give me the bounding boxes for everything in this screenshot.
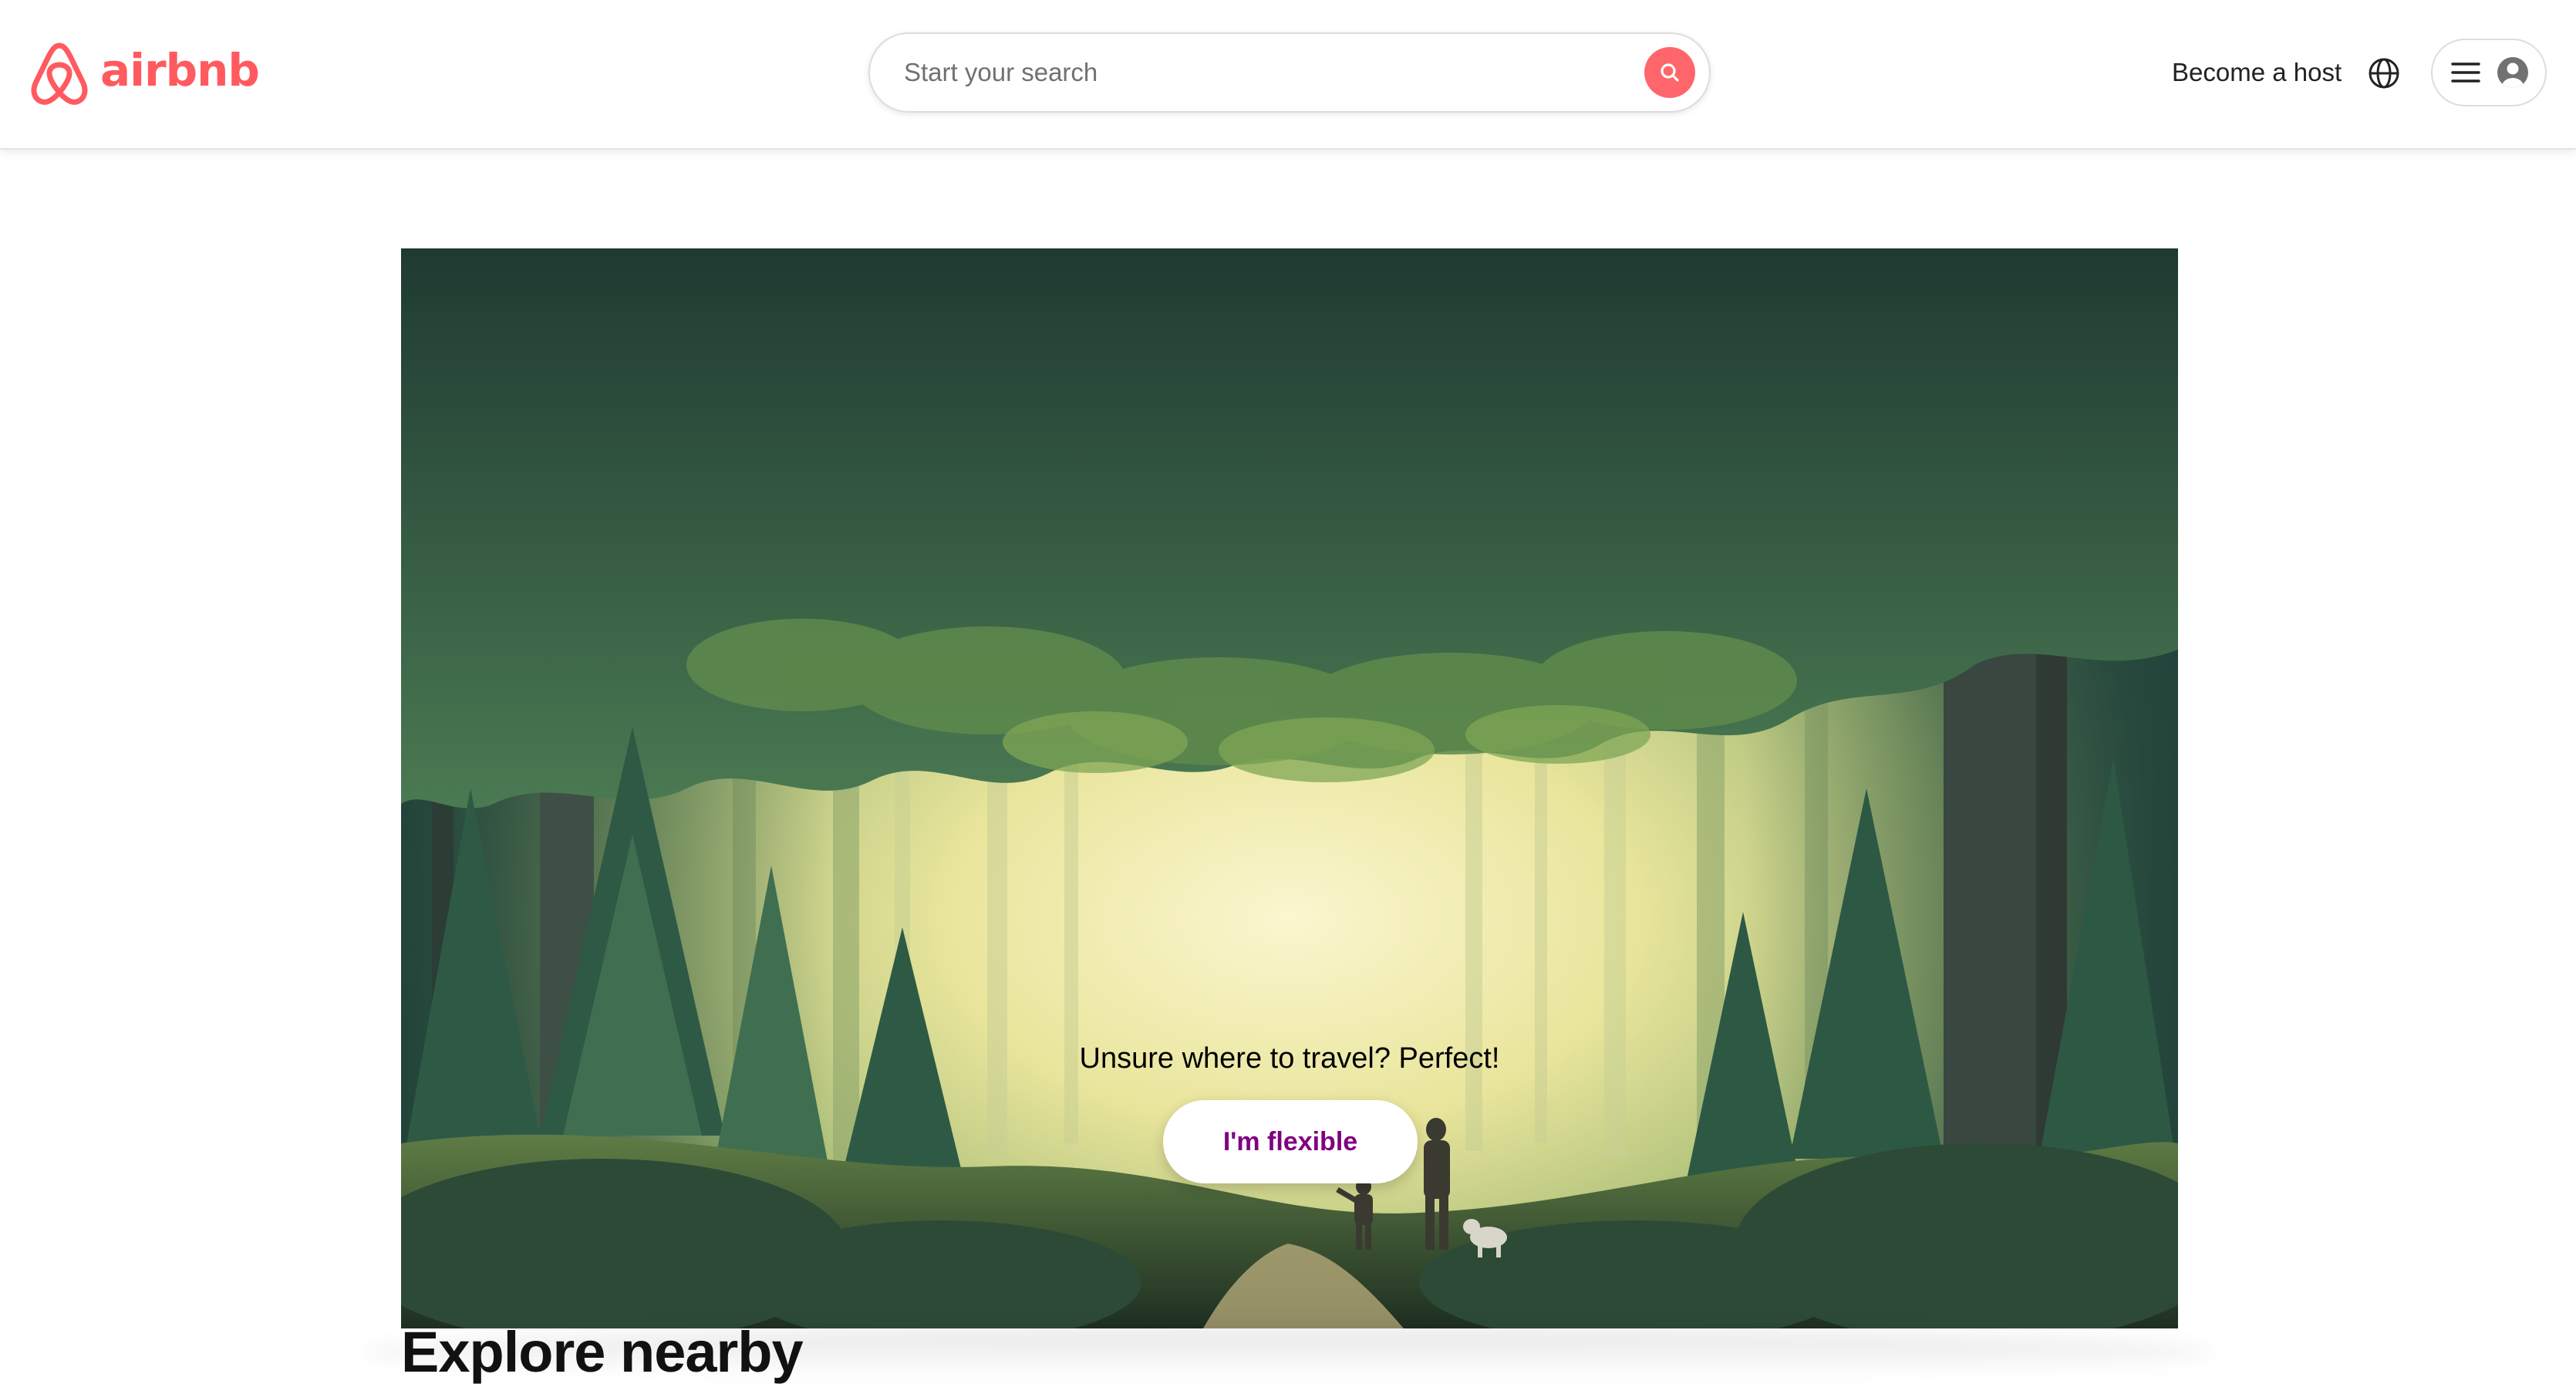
airbnb-logo-icon	[31, 42, 88, 105]
globe-icon	[2369, 58, 2399, 89]
search-button[interactable]	[1644, 47, 1695, 98]
hero-tagline: Unsure where to travel? Perfect!	[1079, 1042, 1500, 1075]
hero-banner: Unsure where to travel? Perfect! I'm fle…	[401, 248, 2178, 1328]
hamburger-menu-icon	[2451, 62, 2480, 83]
im-flexible-button[interactable]: I'm flexible	[1163, 1100, 1418, 1183]
explore-nearby-heading: Explore nearby	[401, 1320, 804, 1384]
logo-wordmark: airbnb	[100, 44, 260, 96]
language-button[interactable]	[2365, 54, 2403, 93]
search-input[interactable]	[902, 42, 1644, 103]
search-bar[interactable]	[868, 32, 1711, 113]
search-icon	[1661, 63, 1679, 82]
user-avatar-icon	[2497, 57, 2528, 88]
site-header: airbnb Become a host	[0, 0, 2576, 150]
become-a-host-link[interactable]: Become a host	[2164, 51, 2349, 94]
airbnb-logo[interactable]: airbnb	[29, 39, 260, 108]
user-menu-button[interactable]	[2431, 39, 2547, 106]
